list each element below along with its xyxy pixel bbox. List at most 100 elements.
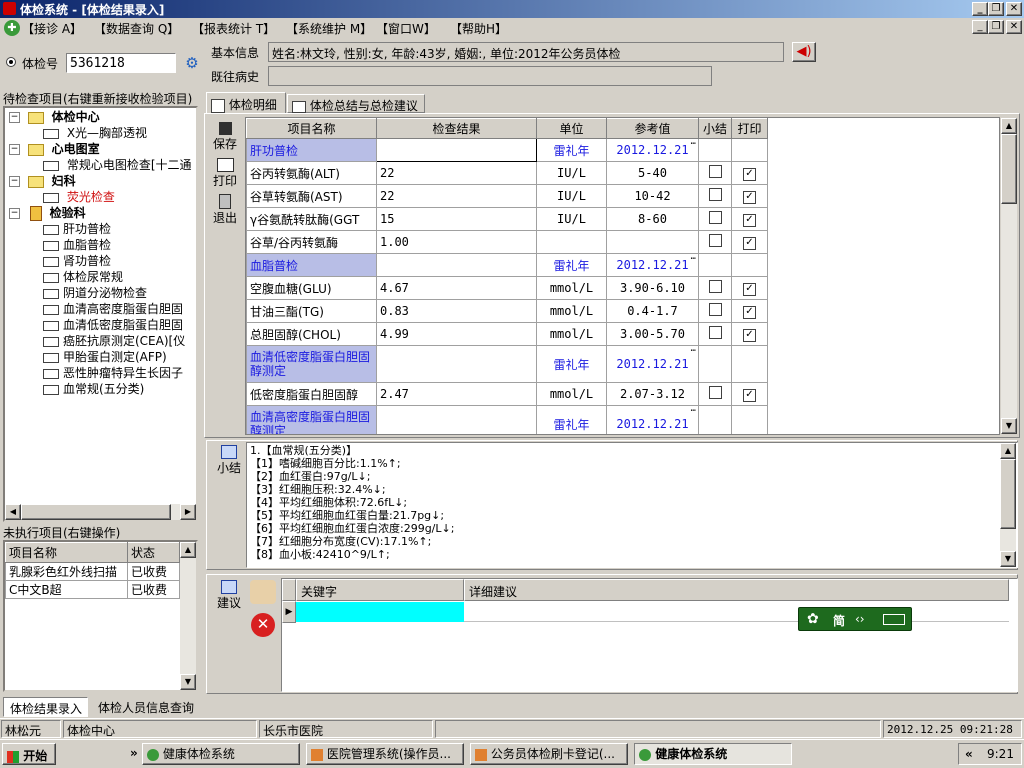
tree-item[interactable]: 常规心电图检查[十二通 xyxy=(43,157,192,173)
unit-cell[interactable]: mmol/L xyxy=(536,299,607,323)
menu-query[interactable]: 【数据查询 Q】 xyxy=(94,20,179,37)
print-checkbox-cell[interactable]: ✓ xyxy=(731,161,768,185)
summary-checkbox-cell[interactable] xyxy=(698,382,732,406)
column-header-detail[interactable]: 详细建议 xyxy=(464,579,1009,601)
ref-cell[interactable]: 0.4-1.7 xyxy=(606,299,699,323)
unit-cell[interactable]: 雷礼年 xyxy=(536,138,607,162)
result-row[interactable]: 空腹血糖(GLU) 4.67 mmol/L 3.90-6.10 ✓ xyxy=(246,276,768,300)
scroll-down-icon[interactable]: ▼ xyxy=(1001,418,1017,434)
summary-checkbox-cell[interactable] xyxy=(698,253,732,277)
tree-group-ecg[interactable]: − 心电图室 xyxy=(9,141,100,157)
summary-checkbox[interactable] xyxy=(708,234,722,247)
tree-item[interactable]: 血常规(五分类) xyxy=(43,381,144,397)
summary-textarea[interactable]: 1.【血常规(五分类)】 【1】嗜碱细胞百分比:1.1%↑; 【2】血红蛋白:9… xyxy=(246,442,1018,568)
column-header-name[interactable]: 项目名称 xyxy=(246,118,377,139)
pending-vscrollbar[interactable]: ▲ ▼ xyxy=(180,542,196,690)
unit-cell[interactable]: 雷礼年 xyxy=(536,405,607,434)
menu-reception[interactable]: 【接诊 A】 xyxy=(22,20,82,37)
ime-punct-icon[interactable]: ‹› xyxy=(855,612,865,626)
tab-summary[interactable]: 体检总结与总检建议 xyxy=(287,94,425,113)
print-checkbox-cell[interactable] xyxy=(731,138,768,162)
tree-item[interactable]: 体检尿常规 xyxy=(43,269,123,285)
scroll-up-icon[interactable]: ▲ xyxy=(1001,118,1017,134)
unit-cell[interactable]: IU/L xyxy=(536,207,607,231)
column-header-unit[interactable]: 单位 xyxy=(536,118,607,139)
result-cell[interactable]: 15 xyxy=(376,207,537,231)
summary-checkbox-cell[interactable] xyxy=(698,207,732,231)
results-vscrollbar[interactable]: ▲ ▼ xyxy=(1001,118,1017,434)
result-cell[interactable]: 22 xyxy=(376,184,537,208)
ref-cell[interactable]: 2012.12.21 ⋯ xyxy=(606,253,699,277)
exam-no-input[interactable]: 5361218 xyxy=(66,53,176,73)
print-checkbox-cell[interactable]: ✓ xyxy=(731,230,768,254)
print-checkbox-cell[interactable]: ✓ xyxy=(731,207,768,231)
scroll-left-icon[interactable]: ◀ xyxy=(5,504,21,520)
keyboard-icon[interactable] xyxy=(883,614,905,625)
exit-button[interactable]: 退出 xyxy=(210,194,240,226)
scroll-right-icon[interactable]: ▶ xyxy=(180,504,196,520)
column-header-print[interactable]: 打印 xyxy=(731,118,768,139)
tree-item[interactable]: 血清高密度脂蛋白胆固 xyxy=(43,301,183,317)
unit-cell[interactable]: 雷礼年 xyxy=(536,345,607,383)
summary-checkbox[interactable] xyxy=(708,280,722,293)
summary-checkbox-cell[interactable] xyxy=(698,345,732,383)
summary-vscrollbar[interactable]: ▲ ▼ xyxy=(1000,443,1016,567)
maximize-button[interactable]: ❐ xyxy=(988,2,1004,16)
print-checkbox-cell[interactable]: ✓ xyxy=(731,276,768,300)
tree-item[interactable]: 阴道分泌物检查 xyxy=(43,285,147,301)
unit-cell[interactable]: 雷礼年 xyxy=(536,253,607,277)
result-cell[interactable]: 4.99 xyxy=(376,322,537,346)
result-cell[interactable]: 2.47 xyxy=(376,382,537,406)
unit-cell[interactable]: mmol/L xyxy=(536,382,607,406)
tree-item[interactable]: 肾功普检 xyxy=(43,253,111,269)
result-cell[interactable]: 22 xyxy=(376,161,537,185)
unit-cell[interactable]: IU/L xyxy=(536,184,607,208)
ref-cell[interactable] xyxy=(606,230,699,254)
category-row[interactable]: 血脂普检 雷礼年 2012.12.21 ⋯ xyxy=(246,253,768,277)
tree-item[interactable]: 恶性肿瘤特异生长因子 xyxy=(43,365,183,381)
item-name-cell[interactable]: 甘油三酯(TG) xyxy=(246,299,377,323)
summary-checkbox[interactable] xyxy=(708,165,722,178)
item-name-cell[interactable]: 谷草转氨酶(AST) xyxy=(246,184,377,208)
tray-expand-icon[interactable]: « xyxy=(965,747,973,761)
bottom-tab-people[interactable]: 体检人员信息查询 xyxy=(98,699,194,716)
summary-checkbox[interactable] xyxy=(708,326,722,339)
scroll-thumb[interactable] xyxy=(1000,459,1016,529)
scroll-down-icon[interactable]: ▼ xyxy=(1000,551,1016,567)
clock[interactable]: 9:21 xyxy=(987,747,1014,761)
print-checkbox-cell[interactable] xyxy=(731,345,768,383)
result-row[interactable]: 总胆固醇(CHOL) 4.99 mmol/L 3.00-5.70 ✓ xyxy=(246,322,768,346)
category-row[interactable]: 血清低密度脂蛋白胆固醇测定 雷礼年 2012.12.21 ⋯ xyxy=(246,345,768,383)
scroll-thumb[interactable] xyxy=(21,504,171,520)
start-button[interactable]: 开始 xyxy=(2,743,56,765)
advice-button[interactable]: 建议 xyxy=(212,580,246,611)
close-button[interactable]: ✕ xyxy=(1006,2,1022,16)
summary-checkbox-cell[interactable] xyxy=(698,161,732,185)
tree-group-lab[interactable]: − 检验科 xyxy=(9,205,86,221)
task-health-exam-active[interactable]: 健康体检系统 xyxy=(634,743,792,765)
item-name-cell[interactable]: 血脂普检 xyxy=(246,253,377,277)
column-header-summary[interactable]: 小结 xyxy=(698,118,732,139)
item-name-cell[interactable]: 总胆固醇(CHOL) xyxy=(246,322,377,346)
result-row[interactable]: 谷草/谷丙转氨酶 1.00 ✓ xyxy=(246,230,768,254)
tree-hscrollbar[interactable]: ◀ ▶ xyxy=(5,504,196,520)
item-name-cell[interactable]: 肝功普检 xyxy=(246,138,377,162)
item-name-cell[interactable]: 谷草/谷丙转氨酶 xyxy=(246,230,377,254)
column-header-result[interactable]: 检查结果 xyxy=(376,118,537,139)
tree-item[interactable]: 癌胚抗原测定(CEA)[仪 xyxy=(43,333,185,349)
result-cell[interactable] xyxy=(376,253,537,277)
item-name-cell[interactable]: 低密度脂蛋白胆固醇 xyxy=(246,382,377,406)
scroll-thumb[interactable] xyxy=(1001,134,1017,204)
tree-item[interactable]: X光—胸部透视 xyxy=(43,125,147,141)
bottom-tab-results[interactable]: 体检结果录入 xyxy=(3,697,88,717)
print-checkbox[interactable]: ✓ xyxy=(743,329,756,342)
unit-cell[interactable]: IU/L xyxy=(536,161,607,185)
print-checkbox[interactable]: ✓ xyxy=(743,168,756,181)
ref-cell[interactable]: 2012.12.21 ⋯ xyxy=(606,405,699,434)
item-name-cell[interactable]: 空腹血糖(GLU) xyxy=(246,276,377,300)
summary-checkbox[interactable] xyxy=(708,188,722,201)
ref-cell[interactable]: 2012.12.21 ⋯ xyxy=(606,345,699,383)
menu-window[interactable]: 【窗口W】 xyxy=(376,20,436,37)
unit-cell[interactable]: mmol/L xyxy=(536,276,607,300)
print-button[interactable]: 打印 xyxy=(210,158,240,189)
